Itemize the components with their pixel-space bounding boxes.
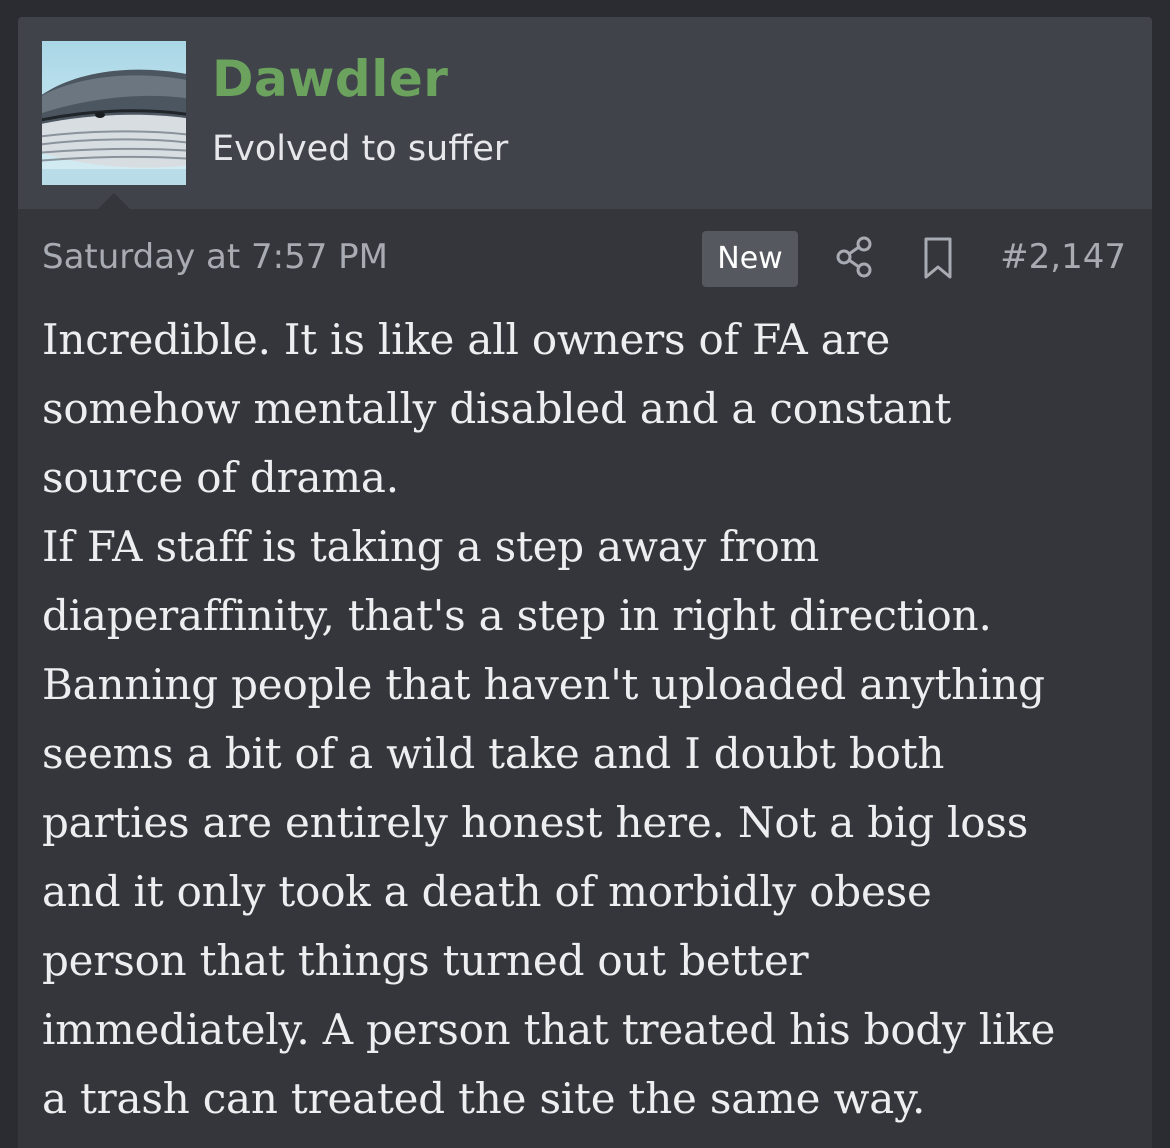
- bookmark-icon[interactable]: [918, 235, 958, 281]
- message-line: Banning people that haven't uploaded any…: [42, 660, 1045, 709]
- message-line: If FA staff is taking a step away from: [42, 522, 820, 571]
- message-line: seems a bit of a wild take and I doubt b…: [42, 729, 945, 778]
- message-line: source of drama.: [42, 453, 399, 502]
- message-body: Incredible. It is like all owners of FA …: [42, 305, 1132, 1133]
- post-meta: Saturday at 7:57 PM New #2,147: [18, 209, 1152, 305]
- message-line: Incredible. It is like all owners of FA …: [42, 315, 891, 364]
- post-date[interactable]: Saturday at 7:57 PM: [42, 231, 388, 283]
- whale-avatar-icon[interactable]: [42, 41, 186, 185]
- share-icon[interactable]: [832, 233, 876, 281]
- message-arrow: [98, 193, 130, 209]
- message-line: immediately. A person that treated his b…: [42, 1005, 1056, 1054]
- user-title: Evolved to suffer: [212, 129, 509, 169]
- post-number[interactable]: #2,147: [1000, 231, 1126, 283]
- message-line: a trash can treated the site the same wa…: [42, 1074, 926, 1123]
- new-badge: New: [702, 231, 798, 287]
- username[interactable]: Dawdler: [212, 47, 448, 111]
- forum-post: Dawdler Evolved to suffer Saturday at 7:…: [18, 17, 1152, 1148]
- user-header: Dawdler Evolved to suffer: [18, 17, 1152, 209]
- message-line: and it only took a death of morbidly obe…: [42, 867, 932, 916]
- message-line: parties are entirely honest here. Not a …: [42, 798, 1029, 847]
- message-line: person that things turned out better: [42, 936, 809, 985]
- message-line: somehow mentally disabled and a constant: [42, 384, 952, 433]
- message-line: diaperaffinity, that's a step in right d…: [42, 591, 992, 640]
